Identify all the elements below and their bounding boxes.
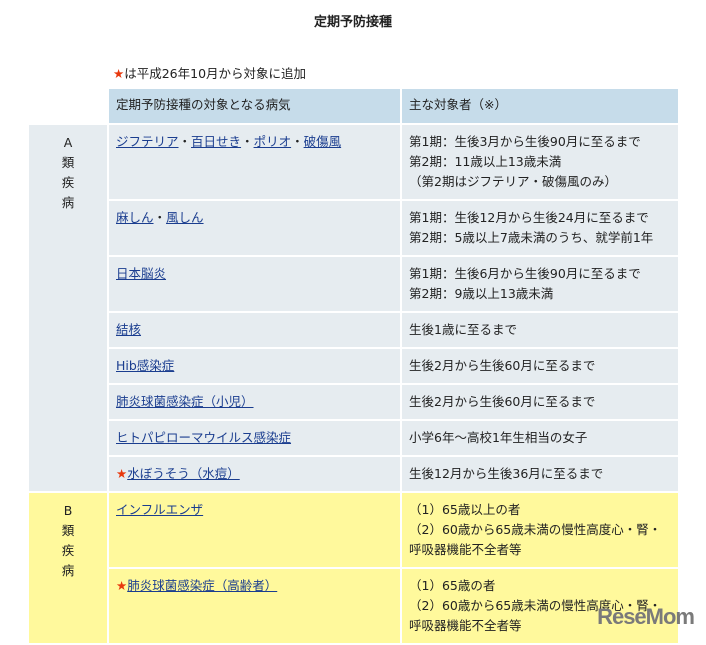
disease-link[interactable]: 結核 bbox=[116, 322, 141, 337]
disease-link[interactable]: 水ぼうそう（水痘） bbox=[127, 466, 240, 481]
table-row: 日本脳炎 第1期：生後6月から生後90月に至るまで 第2期：9歳以上13歳未満 bbox=[29, 257, 678, 311]
disease-cell: 麻しん・風しん bbox=[109, 201, 400, 255]
table-row: A 類疾病ジフテリア・百日せき・ポリオ・破傷風 第1期：生後3月から生後90月に至る… bbox=[29, 125, 678, 491]
star-icon: ★ bbox=[116, 466, 128, 481]
table-row: ヒトパピローマウイルス感染症 小学6年～高校1年生相当の女子 bbox=[29, 421, 678, 455]
category-char: 疾 bbox=[61, 543, 75, 558]
target-line: 第1期：生後3月から生後90月に至るまで bbox=[409, 134, 641, 149]
disease-cell: 日本脳炎 bbox=[109, 257, 400, 311]
header-disease: 定期予防接種の対象となる病気 bbox=[109, 89, 400, 123]
category-char: 疾 bbox=[61, 175, 75, 190]
disease-cell: ジフテリア・百日せき・ポリオ・破傷風 bbox=[109, 125, 400, 199]
category-char: B bbox=[63, 503, 73, 518]
target-line: 第2期：9歳以上13歳未満 bbox=[409, 286, 554, 301]
table-row: 麻しん・風しん 第1期：生後12月から生後24月に至るまで 第2期：5歳以上7歳未満… bbox=[29, 201, 678, 255]
target-line: 生後1歳に至るまで bbox=[409, 322, 517, 337]
disease-link[interactable]: 破傷風 bbox=[304, 134, 342, 149]
disease-cell: インフルエンザ bbox=[109, 493, 400, 567]
target-cell: 生後1歳に至るまで bbox=[402, 313, 678, 347]
category-label: A類疾病 bbox=[29, 125, 107, 491]
header-row: 定期予防接種の対象となる病気 主な対象者（※） bbox=[29, 89, 678, 123]
disease-link[interactable]: 日本脳炎 bbox=[116, 266, 166, 281]
disease-link[interactable]: ヒトパピローマウイルス感染症 bbox=[116, 430, 291, 445]
target-line: 小学6年～高校1年生相当の女子 bbox=[409, 430, 588, 445]
target-line: （第2期はジフテリア・破傷風のみ） bbox=[409, 174, 617, 189]
table-row: 結核 生後1歳に至るまで bbox=[29, 313, 678, 347]
table-row: ★水ぼうそう（水痘） 生後12月から生後36月に至るまで bbox=[29, 457, 678, 491]
disease-cell: ★水ぼうそう（水痘） bbox=[109, 457, 400, 491]
category-char: 病 bbox=[61, 563, 75, 578]
table-row: Hib感染症 生後2月から生後60月に至るまで bbox=[29, 349, 678, 383]
target-cell: 第1期：生後3月から生後90月に至るまで 第2期：11歳以上13歳未満 （第2期はジ… bbox=[402, 125, 678, 199]
target-cell: （1）65歳以上の者 （2）60歳から65歳未満の慢性高度心・腎・呼吸器機能不全者… bbox=[402, 493, 678, 567]
target-line: 第1期：生後12月から生後24月に至るまで bbox=[409, 210, 649, 225]
disease-link[interactable]: 肺炎球菌感染症（高齢者） bbox=[127, 578, 277, 593]
disease-link[interactable]: ジフテリア bbox=[116, 134, 179, 149]
target-line: 生後2月から生後60月に至るまで bbox=[409, 394, 596, 409]
target-cell: 小学6年～高校1年生相当の女子 bbox=[402, 421, 678, 455]
star-icon: ★ bbox=[116, 578, 128, 593]
legend-note: ★は平成26年10月から対象に追加 bbox=[113, 63, 306, 82]
category-char: 類 bbox=[61, 523, 75, 538]
target-line: 生後2月から生後60月に至るまで bbox=[409, 358, 596, 373]
target-line: 第2期：5歳以上7歳未満のうち、就学前1年 bbox=[409, 230, 654, 245]
disease-link[interactable]: 百日せき bbox=[191, 134, 241, 149]
disease-cell: ★肺炎球菌感染症（高齢者） bbox=[109, 569, 400, 643]
disease-link[interactable]: 風しん bbox=[166, 210, 204, 225]
target-cell: 第1期：生後12月から生後24月に至るまで 第2期：5歳以上7歳未満のうち、就学前… bbox=[402, 201, 678, 255]
target-line: （2）60歳から65歳未満の慢性高度心・腎・呼吸器機能不全者等 bbox=[409, 522, 662, 557]
disease-cell: 結核 bbox=[109, 313, 400, 347]
table-row: B 類疾病インフルエンザ （1）65歳以上の者 （2）60歳から65歳未満の慢性高度心… bbox=[29, 493, 678, 643]
target-cell: 生後2月から生後60月に至るまで bbox=[402, 349, 678, 383]
category-char: 類 bbox=[61, 155, 75, 170]
target-cell: 第1期：生後6月から生後90月に至るまで 第2期：9歳以上13歳未満 bbox=[402, 257, 678, 311]
target-line: 第1期：生後6月から生後90月に至るまで bbox=[409, 266, 641, 281]
star-icon: ★ bbox=[113, 66, 125, 81]
category-char: 病 bbox=[61, 195, 75, 210]
table-row: 肺炎球菌感染症（小児） 生後2月から生後60月に至るまで bbox=[29, 385, 678, 419]
category-char: A bbox=[63, 135, 73, 150]
target-line: （1）65歳の者 bbox=[409, 578, 496, 593]
resemom-logo: ReseMom bbox=[597, 604, 695, 629]
legend-note-text: は平成26年10月から対象に追加 bbox=[124, 66, 307, 81]
page-title: 定期予防接種 bbox=[313, 15, 392, 30]
target-line: （1）65歳以上の者 bbox=[409, 502, 521, 517]
disease-cell: Hib感染症 bbox=[109, 349, 400, 383]
disease-link[interactable]: Hib感染症 bbox=[116, 358, 174, 373]
target-line: 第2期：11歳以上13歳未満 bbox=[409, 154, 562, 169]
target-cell: 生後2月から生後60月に至るまで bbox=[402, 385, 678, 419]
disease-cell: ヒトパピローマウイルス感染症 bbox=[109, 421, 400, 455]
target-line: 生後12月から生後36月に至るまで bbox=[409, 466, 604, 481]
vaccination-table: 定期予防接種の対象となる病気 主な対象者（※） A 類疾病ジフテリア・百日せき・ポ… bbox=[27, 87, 680, 645]
header-target: 主な対象者（※） bbox=[402, 89, 678, 123]
disease-link[interactable]: インフルエンザ bbox=[116, 502, 203, 517]
table-row: ★肺炎球菌感染症（高齢者） （1）65歳の者 （2）60歳から65歳未満の慢性高度心… bbox=[29, 569, 678, 643]
disease-link[interactable]: ポリオ bbox=[254, 134, 292, 149]
target-cell: 生後12月から生後36月に至るまで bbox=[402, 457, 678, 491]
disease-link[interactable]: 肺炎球菌感染症（小児） bbox=[116, 394, 254, 409]
category-label: B類疾病 bbox=[29, 493, 107, 643]
disease-cell: 肺炎球菌感染症（小児） bbox=[109, 385, 400, 419]
disease-link[interactable]: 麻しん bbox=[116, 210, 154, 225]
